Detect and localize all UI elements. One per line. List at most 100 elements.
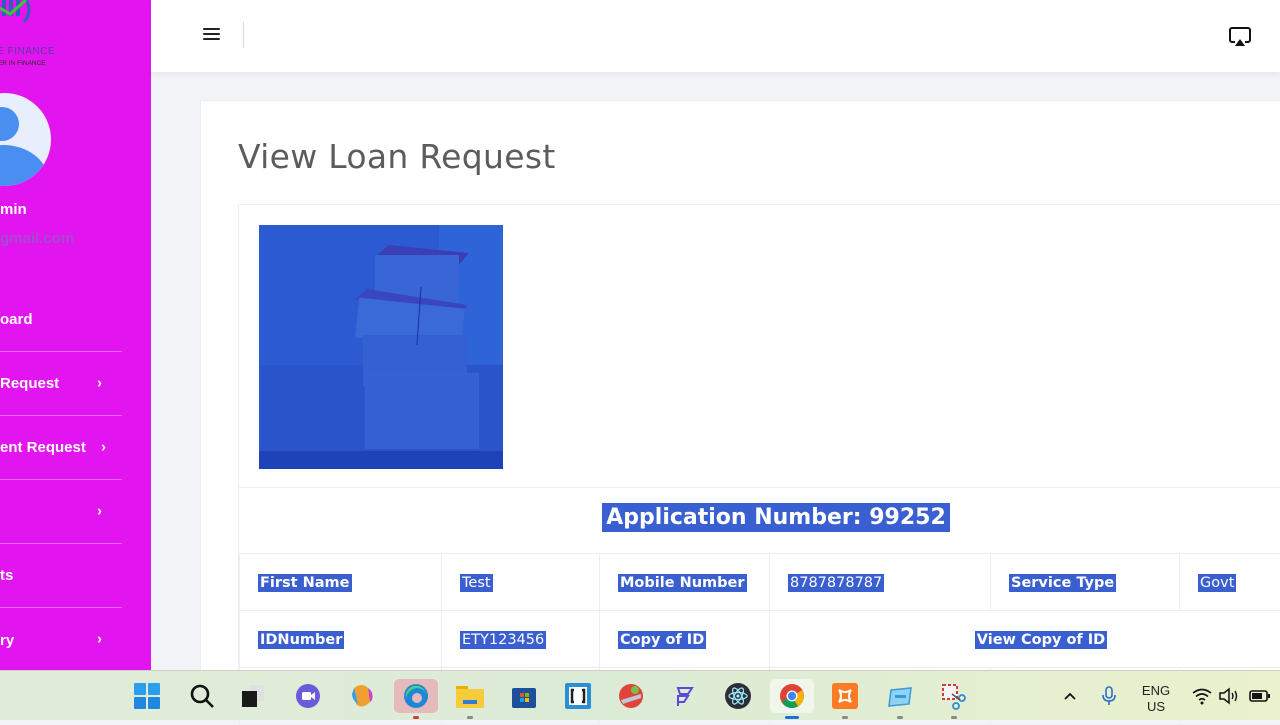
meet-app[interactable] — [291, 679, 325, 713]
sidebar-item-collapsed[interactable]: › — [0, 480, 122, 544]
content-card: View Loan Request Application Number: 99… — [200, 100, 1280, 680]
logo-chart-icon — [0, 0, 40, 28]
wifi-icon — [1191, 687, 1213, 705]
sidebar-item-label: ts — [0, 567, 13, 584]
scissors-icon — [940, 682, 968, 710]
brackets-icon — [564, 682, 592, 710]
sidebar-item-label: ry — [0, 632, 14, 649]
user-name: min — [0, 201, 27, 218]
table-cell: Service Type — [991, 554, 1180, 611]
copilot-icon — [348, 682, 376, 710]
chevron-right-icon: › — [97, 502, 102, 519]
application-number: Application Number: 99252 — [239, 505, 1280, 530]
loan-details-panel: Application Number: 99252 First Name Tes… — [238, 204, 1280, 684]
microphone-icon — [1100, 685, 1118, 707]
language-code: ENG — [1140, 683, 1172, 699]
sidebar-item-payment-request[interactable]: ent Request › — [0, 416, 122, 480]
edge-app[interactable] — [394, 679, 438, 713]
brand-name: SE FINANCE — [0, 46, 55, 57]
windows-logo-icon — [133, 682, 161, 710]
task-view-button[interactable] — [236, 679, 270, 713]
brackets-app[interactable] — [561, 679, 595, 713]
battery-icon — [1249, 689, 1271, 703]
running-indicator — [413, 716, 419, 719]
volume-icon — [1218, 687, 1240, 705]
snipping-tool-app[interactable] — [937, 679, 971, 713]
table-cell: First Name — [240, 554, 442, 611]
table-cell: Test — [442, 554, 600, 611]
volume-button[interactable] — [1212, 679, 1246, 713]
page-title: View Loan Request — [238, 137, 556, 176]
xampp-app[interactable] — [828, 679, 862, 713]
electron-app[interactable] — [721, 679, 755, 713]
first-name-label: First Name — [258, 574, 352, 592]
design-app[interactable] — [667, 679, 701, 713]
microphone-button[interactable] — [1092, 679, 1126, 713]
sidebar-item-loan-request[interactable]: Request › — [0, 352, 122, 416]
view-copy-of-id-link[interactable]: View Copy of ID — [975, 631, 1107, 649]
sidebar-nav: oard Request › ent Request › › ts ry › — [0, 288, 122, 670]
books-image-icon — [259, 225, 503, 469]
mobile-number-value: 8787878787 — [788, 574, 884, 592]
screen-cast-icon[interactable] — [1228, 26, 1252, 48]
sidebar-item-label: oard — [0, 311, 33, 328]
battery-button[interactable] — [1243, 679, 1277, 713]
chrome-app[interactable] — [770, 679, 814, 713]
running-indicator — [897, 716, 903, 719]
divider — [239, 487, 1280, 488]
user-avatar[interactable] — [0, 93, 51, 186]
search-icon — [188, 682, 216, 710]
search-button[interactable] — [185, 679, 219, 713]
copilot-app[interactable] — [345, 679, 379, 713]
top-bar — [151, 0, 1280, 72]
sidebar-item-dashboard[interactable]: oard — [0, 288, 122, 352]
file-explorer-app[interactable] — [453, 679, 487, 713]
sidebar-item-history[interactable]: ry › — [0, 608, 122, 670]
paint-icon — [617, 682, 645, 710]
id-number-value: ETY123456 — [460, 631, 546, 649]
xampp-icon — [831, 682, 859, 710]
language-indicator[interactable]: ENG US — [1140, 683, 1172, 715]
hamburger-icon[interactable] — [203, 28, 220, 43]
design-tool-icon — [670, 682, 698, 710]
edge-icon — [402, 682, 430, 710]
avatar-head — [0, 107, 19, 141]
virtual-box-icon — [886, 682, 914, 710]
sidebar-item-reports[interactable]: ts — [0, 544, 122, 608]
running-indicator — [842, 716, 848, 719]
chevron-right-icon: › — [97, 374, 102, 391]
divider — [243, 22, 244, 48]
loan-image — [259, 225, 503, 469]
video-chat-icon — [294, 682, 322, 710]
chevron-right-icon: › — [97, 631, 102, 648]
id-number-label: IDNumber — [258, 631, 344, 649]
table-cell: View Copy of ID — [770, 611, 1280, 668]
service-type-label: Service Type — [1009, 574, 1116, 592]
mobile-number-label: Mobile Number — [618, 574, 747, 592]
show-hidden-icons-button[interactable] — [1053, 679, 1087, 713]
chevron-right-icon: › — [101, 438, 106, 455]
table-row: IDNumber ETY123456 Copy of ID View Copy … — [240, 611, 1280, 668]
store-icon — [510, 682, 538, 710]
start-button[interactable] — [130, 679, 164, 713]
brand-logo[interactable]: SE FINANCE FER IN FINANCE — [0, 0, 80, 70]
application-number-text: Application Number: 99252 — [602, 503, 950, 532]
service-type-value: Govt — [1198, 574, 1236, 592]
copy-of-id-label: Copy of ID — [618, 631, 706, 649]
chrome-icon — [778, 682, 806, 710]
first-name-value: Test — [460, 574, 493, 592]
electron-icon — [724, 682, 752, 710]
table-cell: 8787878787 — [770, 554, 991, 611]
table-cell: Copy of ID — [600, 611, 770, 668]
paint-app[interactable] — [614, 679, 648, 713]
sidebar: SE FINANCE FER IN FINANCE min gmail.com … — [0, 0, 151, 670]
brand-tagline: FER IN FINANCE — [0, 60, 46, 67]
avatar-body — [0, 145, 48, 186]
store-app[interactable] — [507, 679, 541, 713]
taskbar: ENG US — [0, 670, 1280, 720]
running-indicator — [467, 716, 473, 719]
table-row: First Name Test Mobile Number 8787878787… — [240, 554, 1280, 611]
chevron-up-icon — [1062, 688, 1078, 704]
table-cell: Govt — [1180, 554, 1280, 611]
virtualbox-app[interactable] — [883, 679, 917, 713]
